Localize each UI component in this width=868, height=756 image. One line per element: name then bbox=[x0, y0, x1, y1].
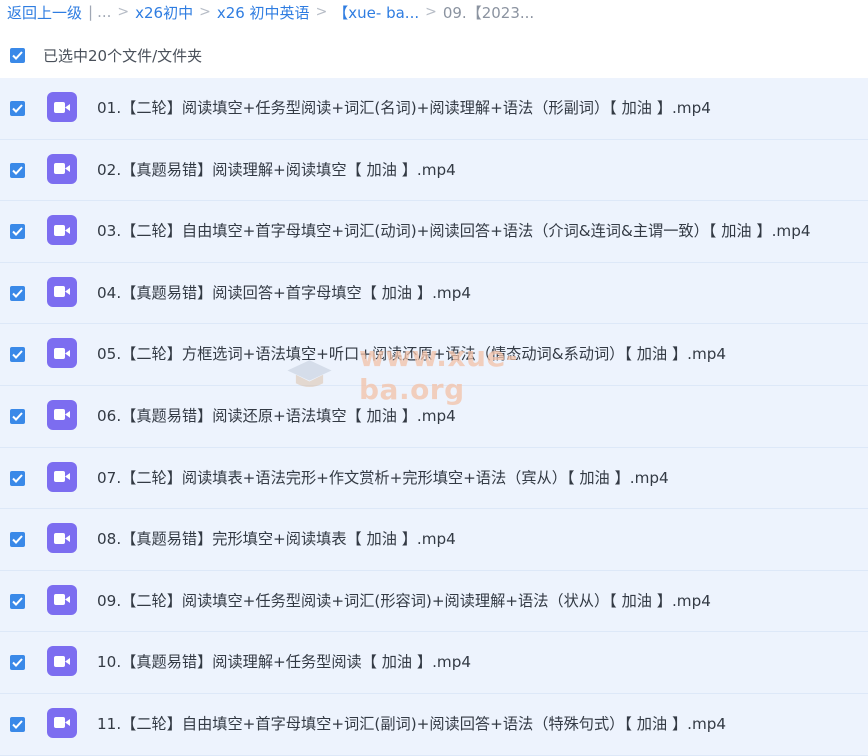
file-name[interactable]: 02.【真题易错】阅读理解+阅读填空【 加油 】.mp4 bbox=[97, 140, 456, 201]
checkmark-icon bbox=[12, 227, 23, 237]
file-name[interactable]: 09.【二轮】阅读填空+任务型阅读+词汇(形容词)+阅读理解+语法（状从）【 加… bbox=[97, 571, 711, 632]
file-checkbox[interactable] bbox=[10, 347, 25, 363]
checkmark-icon bbox=[12, 597, 23, 606]
breadcrumb-item-x26-junior[interactable]: x26初中 bbox=[135, 2, 193, 23]
breadcrumb-separator: > bbox=[117, 4, 130, 20]
checkmark-icon bbox=[12, 104, 23, 113]
checkmark-icon bbox=[12, 350, 23, 360]
breadcrumb-separator: > bbox=[199, 4, 211, 20]
file-name[interactable]: 03.【二轮】自由填空+首字母填空+词汇(动词)+阅读回答+语法（介词&连词&主… bbox=[97, 201, 811, 262]
breadcrumb: 返回上一级 | ... > x26初中 > x26 初中英语 > 【xue- b… bbox=[7, 0, 862, 24]
video-file-icon bbox=[47, 461, 77, 492]
selection-count-text: 已选中20个文件/文件夹 bbox=[43, 46, 203, 65]
file-checkbox[interactable] bbox=[10, 162, 25, 178]
file-checkbox[interactable] bbox=[10, 716, 25, 732]
select-all-checkbox[interactable] bbox=[10, 47, 25, 63]
file-name[interactable]: 06.【真题易错】阅读还原+语法填空【 加油 】.mp4 bbox=[97, 386, 456, 447]
file-row[interactable]: 01.【二轮】阅读填空+任务型阅读+词汇(名词)+阅读理解+语法（形副词）【 加… bbox=[0, 78, 868, 140]
checkmark-icon bbox=[12, 289, 23, 298]
file-checkbox[interactable] bbox=[10, 224, 25, 240]
file-name[interactable]: 08.【真题易错】完形填空+阅读填表【 加油 】.mp4 bbox=[97, 509, 456, 570]
checkmark-icon bbox=[12, 658, 23, 668]
file-row[interactable]: 03.【二轮】自由填空+首字母填空+词汇(动词)+阅读回答+语法（介词&连词&主… bbox=[0, 201, 868, 263]
file-checkbox[interactable] bbox=[10, 101, 25, 116]
file-name[interactable]: 01.【二轮】阅读填空+任务型阅读+词汇(名词)+阅读理解+语法（形副词）【 加… bbox=[97, 78, 711, 139]
video-file-icon bbox=[47, 646, 77, 677]
video-file-icon bbox=[47, 338, 77, 369]
file-name[interactable]: 11.【二轮】自由填空+首字母填空+词汇(副词)+阅读回答+语法（特殊句式）【 … bbox=[97, 694, 726, 755]
checkmark-icon bbox=[12, 165, 23, 175]
breadcrumb-ellipsis[interactable]: ... bbox=[97, 3, 111, 21]
video-file-icon bbox=[47, 92, 77, 122]
file-list: 01.【二轮】阅读填空+任务型阅读+词汇(名词)+阅读理解+语法（形副词）【 加… bbox=[0, 78, 868, 756]
file-row[interactable]: 11.【二轮】自由填空+首字母填空+词汇(副词)+阅读回答+语法（特殊句式）【 … bbox=[0, 693, 868, 756]
file-row[interactable]: 10.【真题易错】阅读理解+任务型阅读【 加油 】.mp4 bbox=[0, 632, 868, 694]
file-row[interactable]: 07.【二轮】阅读填表+语法完形+作文赏析+完形填空+语法（宾从）【 加油 】.… bbox=[0, 447, 868, 510]
breadcrumb-item-xueba[interactable]: 【xue- ba... bbox=[333, 2, 419, 23]
video-file-icon bbox=[47, 523, 77, 554]
video-file-icon bbox=[47, 215, 77, 246]
breadcrumb-separator: > bbox=[315, 4, 328, 20]
file-checkbox[interactable] bbox=[10, 655, 25, 671]
breadcrumb-divider: | bbox=[88, 3, 94, 21]
checkmark-icon bbox=[12, 535, 23, 545]
file-row[interactable]: 06.【真题易错】阅读还原+语法填空【 加油 】.mp4 bbox=[0, 385, 868, 448]
video-file-icon bbox=[47, 399, 77, 430]
breadcrumb-separator: > bbox=[425, 4, 437, 20]
video-file-icon bbox=[47, 584, 77, 615]
file-name[interactable]: 05.【二轮】方框选词+语法填空+听口+阅读还原+语法（情态动词&系动词）【 加… bbox=[97, 324, 726, 385]
checkmark-icon bbox=[12, 720, 23, 729]
file-checkbox[interactable] bbox=[10, 408, 25, 424]
file-row[interactable]: 02.【真题易错】阅读理解+阅读填空【 加油 】.mp4 bbox=[0, 139, 868, 202]
selection-bar: 已选中20个文件/文件夹 bbox=[0, 40, 868, 70]
file-name[interactable]: 07.【二轮】阅读填表+语法完形+作文赏析+完形填空+语法（宾从）【 加油 】.… bbox=[97, 448, 669, 509]
checkmark-icon bbox=[12, 473, 23, 483]
file-checkbox[interactable] bbox=[10, 532, 25, 548]
file-checkbox[interactable] bbox=[10, 470, 25, 486]
video-file-icon bbox=[47, 707, 77, 738]
checkmark-icon bbox=[12, 50, 23, 60]
file-name[interactable]: 10.【真题易错】阅读理解+任务型阅读【 加油 】.mp4 bbox=[97, 632, 471, 693]
video-file-icon bbox=[47, 276, 77, 307]
breadcrumb-item-english[interactable]: x26 初中英语 bbox=[217, 2, 310, 23]
file-row[interactable]: 04.【真题易错】阅读回答+首字母填空【 加油 】.mp4 bbox=[0, 262, 868, 325]
file-row[interactable]: 05.【二轮】方框选词+语法填空+听口+阅读还原+语法（情态动词&系动词）【 加… bbox=[0, 324, 868, 386]
file-checkbox[interactable] bbox=[10, 593, 25, 609]
file-checkbox[interactable] bbox=[10, 285, 25, 301]
file-row[interactable]: 08.【真题易错】完形填空+阅读填表【 加油 】.mp4 bbox=[0, 509, 868, 571]
video-file-icon bbox=[47, 153, 77, 184]
checkmark-icon bbox=[12, 412, 23, 421]
back-link[interactable]: 返回上一级 bbox=[7, 2, 82, 23]
file-name[interactable]: 04.【真题易错】阅读回答+首字母填空【 加油 】.mp4 bbox=[97, 263, 471, 324]
file-row[interactable]: 09.【二轮】阅读填空+任务型阅读+词汇(形容词)+阅读理解+语法（状从）【 加… bbox=[0, 570, 868, 633]
breadcrumb-current: 09.【2023... bbox=[442, 3, 535, 22]
